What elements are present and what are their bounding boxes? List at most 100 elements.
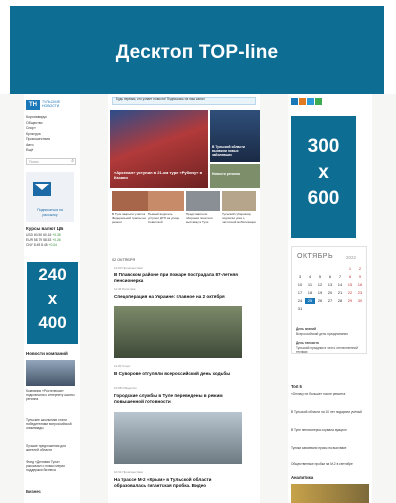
calendar-day[interactable]: 18 <box>305 290 315 296</box>
feed-meta: 11:20 Спорт <box>114 364 131 368</box>
calendar-day[interactable]: 28 <box>335 298 345 304</box>
nav-item[interactable]: Происшествия <box>26 137 50 143</box>
calendar-day[interactable]: 31 <box>295 306 305 312</box>
ok-icon[interactable] <box>299 98 306 105</box>
calendar-day[interactable]: 19 <box>315 290 325 296</box>
ad-size-width: 240 <box>38 265 67 284</box>
nav-item[interactable]: Коронавирус <box>26 115 50 121</box>
logo-text[interactable]: ТУЛЬСКИЕ НОВОСТИ <box>42 100 72 108</box>
calendar-day[interactable]: 30 <box>355 298 365 304</box>
calendar-day <box>335 266 345 272</box>
calendar-event-text: Тульский праздник в честь отечественной … <box>296 346 358 355</box>
top5-item[interactable]: В Тульской области на 10 лет подарили уч… <box>291 410 369 414</box>
business-title: Бизнес <box>26 489 41 494</box>
nav-item[interactable]: Ещё <box>26 148 50 154</box>
side-story-image[interactable] <box>210 164 260 188</box>
calendar-day[interactable]: 4 <box>305 274 315 280</box>
feed-image[interactable] <box>114 412 242 464</box>
calendar-month: ОКТЯБРЬ <box>297 253 334 260</box>
calendar-day[interactable]: 8 <box>345 274 355 280</box>
calendar-day[interactable]: 10 <box>295 282 305 288</box>
ad-size-height: 600 <box>307 188 340 209</box>
calendar-day[interactable]: 16 <box>355 282 365 288</box>
ad-size-height: 400 <box>38 313 67 332</box>
card-image[interactable] <box>186 191 220 211</box>
calendar-day[interactable]: 14 <box>335 282 345 288</box>
side-story-caption[interactable]: В Тульской области выявили новых заболев… <box>212 145 258 157</box>
search-icon[interactable]: ⌕ <box>71 159 74 164</box>
feed-title[interactable]: На трассе М-2 «Крым» в Тульской области … <box>114 477 244 488</box>
side-story-caption[interactable]: Новости региона <box>212 172 258 176</box>
feed-title[interactable]: В Суворове отгуляли всероссийский день х… <box>114 371 250 377</box>
analytics-image[interactable] <box>291 484 369 503</box>
calendar-day[interactable]: 12 <box>315 282 325 288</box>
calendar-day[interactable]: 11 <box>305 282 315 288</box>
feed-image[interactable] <box>114 306 242 358</box>
subscribe-text[interactable]: Подписаться на рассылку <box>30 208 70 217</box>
calendar-day[interactable]: 27 <box>325 298 335 304</box>
calendar-day <box>315 266 325 272</box>
ad-slot-240x400[interactable]: 240 x 400 <box>27 262 78 344</box>
promo-bar-text[interactable]: Будь первым, кто узнает новости! Подпиши… <box>116 97 205 102</box>
calendar-day[interactable]: 2 <box>355 266 365 272</box>
top5-title: Топ 5 <box>291 384 302 389</box>
card-caption[interactable]: Представители оборонки посетили выставку… <box>186 212 218 224</box>
calendar-day[interactable]: 9 <box>355 274 365 280</box>
card-caption[interactable]: В Туле закрыли участок Федеральной трасс… <box>112 212 146 224</box>
calendar-day[interactable]: 5 <box>315 274 325 280</box>
banner-title: Десктоп TOP-line <box>115 42 279 63</box>
feed-title[interactable]: Спецоперация на Украине: главное на 2 ок… <box>114 294 250 300</box>
top5-item[interactable]: «Оплачу не больше» после ремонта <box>291 392 369 396</box>
rate-row: CNY 8.49 8.45 +0.04 <box>26 243 57 247</box>
ad-size-x: x <box>318 162 329 183</box>
company-news-item[interactable]: Тульские школьники стали победителями вс… <box>26 418 76 431</box>
hero-caption[interactable]: «Арсенал» уступил в 21-ом туре «Рубину» … <box>114 170 204 180</box>
top5-item[interactable]: Туляки завоевали призы на выставке <box>291 446 369 450</box>
card-image[interactable] <box>148 191 184 211</box>
calendar-day[interactable]: 17 <box>295 290 305 296</box>
calendar-event-text: Всероссийский день празднования <box>296 332 348 336</box>
company-news-item[interactable]: Лучшие предложения для жителей области <box>26 444 76 452</box>
calendar-year: 2022 <box>346 255 357 260</box>
calendar-grid: 1 2 3 4 5 6 7 8 9 10 11 12 13 14 15 16 17 18 19 20 21 22 23 24 2… <box>295 266 365 312</box>
whatsapp-icon[interactable] <box>315 98 322 105</box>
calendar-day[interactable]: 20 <box>325 290 335 296</box>
calendar-day[interactable]: 7 <box>335 274 345 280</box>
company-news-item[interactable]: Компания «Ростелеком» подключила к интер… <box>26 389 76 402</box>
feed-meta: 12:03 Происшествия <box>114 266 143 270</box>
top5-item[interactable]: Общественные пробки на М-2 в сентябре <box>291 462 369 466</box>
feed-title[interactable]: Городские службы в Туле переведены в реж… <box>114 393 244 404</box>
calendar-day[interactable]: 21 <box>335 290 345 296</box>
sidebar-nav: Коронавирус Общество Спорт Культура Прои… <box>26 115 50 154</box>
calendar-day[interactable]: 25 <box>305 298 315 304</box>
analytics-title: Аналитика <box>291 475 314 480</box>
card-caption[interactable]: Тульский губернатор подписал указ о част… <box>222 212 256 224</box>
calendar-day[interactable]: 24 <box>295 298 305 304</box>
feed-meta: 10:31 Происшествия <box>114 470 143 474</box>
calendar-day[interactable]: 13 <box>325 282 335 288</box>
calendar-day[interactable]: 22 <box>345 290 355 296</box>
calendar-day[interactable]: 1 <box>345 266 355 272</box>
card-caption[interactable]: Пьяный водитель устроил ДТП на улице Сов… <box>148 212 182 224</box>
calendar-day[interactable]: 15 <box>345 282 355 288</box>
company-news-item[interactable]: Фонд «Деловая Тула» рассказал о новых ме… <box>26 460 76 473</box>
calendar-day[interactable]: 29 <box>345 298 355 304</box>
calendar-day[interactable]: 6 <box>325 274 335 280</box>
calendar-day[interactable]: 23 <box>355 290 365 296</box>
calendar-day[interactable]: 26 <box>315 298 325 304</box>
ad-slot-300x600[interactable]: 300 x 600 <box>291 116 356 238</box>
calendar-day <box>325 266 335 272</box>
top5-item[interactable]: В Туле пенсионерка сорвала аукцион <box>291 428 369 432</box>
vk-icon[interactable] <box>291 98 298 105</box>
card-image[interactable] <box>222 191 256 211</box>
news-thumbnail[interactable] <box>26 360 75 386</box>
search-input[interactable]: Поиск ⌕ <box>26 158 76 165</box>
calendar-day <box>295 266 305 272</box>
banner: Десктоп TOP-line <box>10 6 384 94</box>
telegram-icon[interactable] <box>307 98 314 105</box>
logo-badge[interactable]: ТН <box>26 100 40 110</box>
feed-meta: 11:46 Политика <box>114 287 136 291</box>
calendar-day[interactable]: 3 <box>295 274 305 280</box>
feed-title[interactable]: В Плавском районе при пожаре пострадала … <box>114 272 250 283</box>
rates-title: Курсы валют ЦБ <box>26 226 64 231</box>
